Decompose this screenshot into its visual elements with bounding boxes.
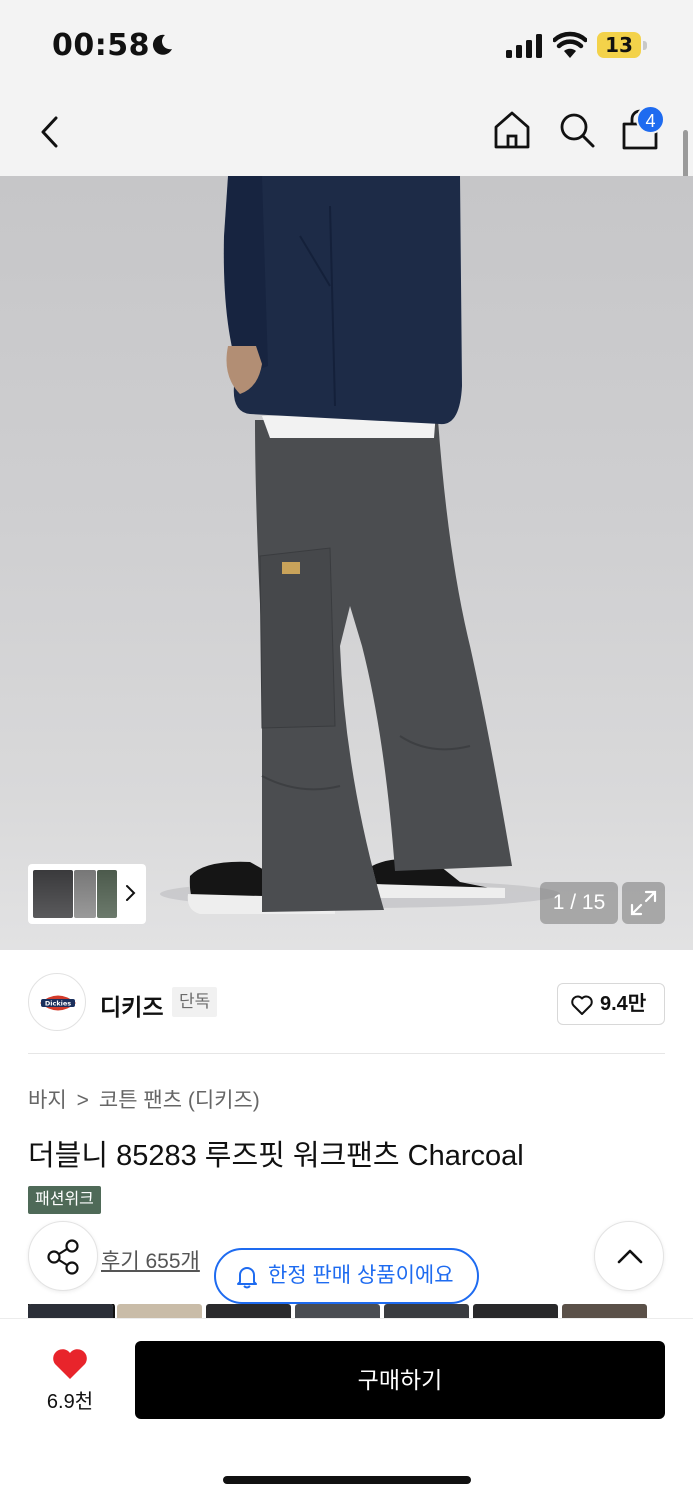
color-option-thumbnail[interactable]: [384, 1304, 469, 1318]
expand-button[interactable]: [622, 882, 665, 924]
color-option-thumbnail[interactable]: [562, 1304, 647, 1318]
share-button[interactable]: [28, 1221, 98, 1291]
moon-icon: [152, 34, 172, 55]
bottom-action-bar: 6.9천 구매하기: [0, 1318, 693, 1500]
color-option-thumbnail[interactable]: [28, 1304, 115, 1318]
limited-sale-text: 한정 판매 상품이에요: [268, 1264, 454, 1287]
dickies-logo-icon: Dickies: [40, 995, 76, 1011]
buy-button[interactable]: 구매하기: [135, 1341, 665, 1419]
home-indicator: [223, 1476, 471, 1484]
brand-name[interactable]: 디키즈: [100, 988, 163, 1022]
battery-icon: 13: [597, 32, 647, 58]
chevron-up-icon: [617, 1249, 643, 1264]
signal-icon: [506, 34, 542, 58]
status-time: 00:58: [52, 28, 150, 63]
breadcrumb-separator: >: [76, 1089, 89, 1112]
search-icon[interactable]: [555, 108, 599, 152]
breadcrumb-subcategory[interactable]: 코튼 팬츠 (디키즈): [99, 1084, 260, 1114]
thumbnail-strip[interactable]: [28, 864, 146, 924]
product-photo: [160, 176, 560, 914]
color-option-list: [28, 1304, 665, 1318]
brand-like-count: 9.4만: [600, 993, 647, 1015]
home-icon[interactable]: [490, 108, 534, 152]
limited-sale-notice: 한정 판매 상품이에요: [214, 1248, 479, 1304]
divider: [28, 1053, 665, 1054]
thumbnail-image: [33, 870, 73, 918]
thumbnail-image: [97, 870, 117, 918]
exclusive-badge: 단독: [172, 987, 218, 1017]
logo-text: Dickies: [45, 1000, 71, 1008]
heart-outline-icon: [571, 995, 593, 1015]
color-option-thumbnail[interactable]: [295, 1304, 380, 1318]
bell-icon: [237, 1267, 257, 1289]
review-link[interactable]: 후기 655개: [101, 1245, 200, 1275]
brand-like-button[interactable]: 9.4만: [557, 983, 665, 1025]
nav-bar: [0, 88, 693, 176]
expand-icon: [630, 890, 657, 916]
wifi-icon: [553, 31, 587, 58]
color-option-thumbnail[interactable]: [473, 1304, 558, 1318]
color-option-thumbnail[interactable]: [206, 1304, 291, 1318]
fashion-week-tag: 패션위크: [28, 1186, 101, 1214]
cart-count-badge: 4: [636, 105, 665, 134]
share-icon: [47, 1239, 79, 1275]
color-option-thumbnail[interactable]: [117, 1304, 202, 1318]
battery-level: 13: [605, 33, 633, 57]
wish-count: 6.9천: [46, 1391, 94, 1413]
product-title: 더블니 85283 루즈핏 워크팬츠 Charcoal: [28, 1140, 524, 1172]
breadcrumb: 바지 > 코튼 팬츠 (디키즈): [28, 1084, 260, 1114]
chevron-right-icon[interactable]: [124, 880, 138, 906]
status-bar: 00:58 13: [0, 0, 693, 88]
scroll-to-top-button[interactable]: [594, 1221, 664, 1291]
image-counter: 1 / 15: [540, 882, 618, 924]
heart-filled-icon[interactable]: [50, 1347, 90, 1381]
back-arrow-icon[interactable]: [34, 110, 70, 154]
product-image[interactable]: 1 / 15: [0, 176, 693, 950]
thumbnail-image: [74, 870, 96, 918]
brand-logo[interactable]: Dickies: [28, 973, 86, 1031]
breadcrumb-category[interactable]: 바지: [28, 1084, 67, 1114]
